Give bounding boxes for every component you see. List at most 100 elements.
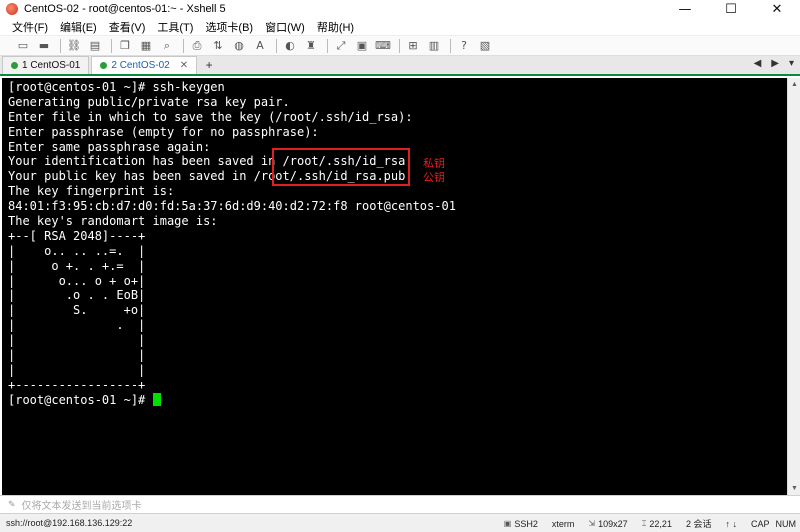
terminal-line: The key's randomart image is: bbox=[8, 214, 218, 229]
terminal-line: | | bbox=[8, 333, 146, 348]
toolbar-separator bbox=[450, 38, 451, 53]
menu-file[interactable]: 文件(F) bbox=[6, 19, 54, 35]
tab-navigation: ◀ ▶ ▾ bbox=[744, 58, 794, 69]
terminal-line: [root@centos-01 ~]# ssh-keygen bbox=[8, 80, 225, 94]
terminal-cursor bbox=[152, 392, 161, 406]
send-text-input[interactable]: 仅将文本发送到当前选项卡 bbox=[22, 497, 142, 512]
connected-status-icon bbox=[11, 62, 18, 69]
lock-icon[interactable]: ♜ bbox=[302, 38, 320, 54]
link-icon[interactable]: ⛓ bbox=[65, 38, 83, 54]
terminal-prompt-line: [root@centos-01 ~]# bbox=[8, 392, 781, 408]
arrow-icons: ↑ ↓ bbox=[725, 518, 737, 529]
cursor-position-status: ⌶ 22,21 bbox=[642, 519, 672, 529]
terminal-line: +--[ RSA 2048]----+ bbox=[8, 228, 146, 243]
paste-icon[interactable]: ▦ bbox=[137, 38, 155, 54]
terminal-line: | | bbox=[8, 362, 146, 377]
xftp-icon[interactable]: ◐ bbox=[281, 38, 299, 54]
copy-icon[interactable]: ❐ bbox=[116, 38, 134, 54]
window-title: CentOS-02 - root@centos-01:~ - Xshell 5 bbox=[24, 3, 226, 15]
print-icon[interactable]: ⎙ bbox=[188, 38, 206, 54]
send-text-bar[interactable]: ✎ 仅将文本发送到当前选项卡 bbox=[0, 495, 800, 513]
terminal-line: | o.. .. ..=. | bbox=[8, 243, 146, 258]
session-tab-bar: 1 CentOS-01 2 CentOS-02 ✕ + ◀ ▶ ▾ bbox=[0, 56, 800, 76]
connection-address: ssh://root@192.168.136.129:22 bbox=[6, 518, 133, 528]
scroll-down-icon[interactable]: ▼ bbox=[788, 482, 800, 495]
toolbar: ▭ ▬ ⛓ ▤ ❐ ▦ ⌕ ⎙ ⇅ ◍ A ◐ ♜ ⤢ ▣ ⌨ ⊞ ▥ ? ▧ bbox=[0, 36, 800, 56]
terminal-line: | o +. . +.= | bbox=[8, 258, 146, 273]
connected-status-icon bbox=[100, 62, 108, 69]
tab-list-icon[interactable]: ▾ bbox=[789, 58, 794, 69]
window-icon[interactable]: ▣ bbox=[353, 38, 371, 54]
tab-centos-02[interactable]: 2 CentOS-02 ✕ bbox=[91, 56, 198, 74]
menu-tools[interactable]: 工具(T) bbox=[151, 19, 199, 35]
terminal-prompt: [root@centos-01 ~]# bbox=[8, 392, 153, 407]
toolbar-separator bbox=[111, 38, 112, 53]
toolbar-separator bbox=[276, 38, 277, 53]
close-button[interactable]: ✕ bbox=[754, 0, 800, 18]
keyboard-icon[interactable]: ⌨ bbox=[374, 38, 392, 54]
resize-icon: ⇲ bbox=[588, 519, 596, 528]
terminal-line: +-----------------+ bbox=[8, 377, 146, 392]
terminal-line: | | bbox=[8, 348, 146, 363]
terminal-line: Enter passphrase (empty for no passphras… bbox=[8, 124, 319, 139]
add-tab-button[interactable]: + bbox=[201, 57, 217, 73]
key-path-highlight-box bbox=[272, 148, 410, 186]
protocol-status: ▣ SSH2 bbox=[504, 519, 538, 529]
terminal-line: Generating public/private rsa key pair. bbox=[8, 94, 290, 109]
scroll-up-icon[interactable]: ▲ bbox=[788, 78, 800, 91]
terminal-type: xterm bbox=[551, 518, 575, 529]
tab-label: 2 CentOS-02 bbox=[111, 60, 170, 71]
terminal-line: Enter file in which to save the key (/ro… bbox=[8, 109, 413, 124]
font-icon[interactable]: A bbox=[251, 38, 269, 54]
transfer-icon[interactable]: ⇅ bbox=[209, 38, 227, 54]
status-right: ▣ SSH2 xterm ⇲ 109x27 ⌶ 22,21 2 会话 ↑ ↓ CAP … bbox=[490, 514, 796, 532]
terminal-size: 109x27 bbox=[598, 518, 628, 529]
menu-bar: 文件(F) 编辑(E) 查看(V) 工具(T) 选项卡(B) 窗口(W) 帮助(… bbox=[0, 18, 800, 36]
xshell-app-icon[interactable] bbox=[6, 3, 18, 15]
compose-icon[interactable]: ✎ bbox=[8, 499, 16, 510]
help-icon[interactable]: ? bbox=[455, 38, 473, 54]
window-controls: — ☐ ✕ bbox=[662, 0, 800, 18]
menu-window[interactable]: 窗口(W) bbox=[259, 19, 311, 35]
menu-help[interactable]: 帮助(H) bbox=[311, 19, 360, 35]
toolbar-separator bbox=[60, 38, 61, 53]
tab-label: 1 CentOS-01 bbox=[22, 60, 81, 71]
layout2-icon[interactable]: ▧ bbox=[476, 38, 494, 54]
title-bar: CentOS-02 - root@centos-01:~ - Xshell 5 … bbox=[0, 0, 800, 18]
terminal-scrollbar[interactable]: ▲ ▼ bbox=[787, 78, 800, 495]
tab-next-icon[interactable]: ▶ bbox=[771, 58, 779, 69]
terminal-line: The key fingerprint is: bbox=[8, 184, 175, 199]
tab-close-icon[interactable]: ✕ bbox=[180, 60, 188, 71]
num-lock-indicator: NUM bbox=[775, 518, 797, 529]
terminal-line: 84:01:f3:95:cb:d7:d0:fd:5a:37:6d:d9:40:d… bbox=[8, 199, 456, 214]
menu-tabs[interactable]: 选项卡(B) bbox=[199, 19, 259, 35]
maximize-button[interactable]: ☐ bbox=[708, 0, 754, 18]
terminal-line: | S. +o| bbox=[8, 303, 146, 318]
tab-centos-01[interactable]: 1 CentOS-01 bbox=[2, 56, 90, 74]
new-session-icon[interactable]: ▭ bbox=[14, 38, 32, 54]
layout-icon[interactable]: ▥ bbox=[425, 38, 443, 54]
add-icon[interactable]: ⊞ bbox=[404, 38, 422, 54]
tab-prev-icon[interactable]: ◀ bbox=[754, 58, 762, 69]
find-icon[interactable]: ⌕ bbox=[158, 38, 176, 54]
toolbar-separator bbox=[327, 38, 328, 53]
protocol-label: SSH2 bbox=[514, 518, 538, 529]
terminal-area[interactable]: [root@centos-01 ~]# ssh-keygen Generatin… bbox=[2, 78, 787, 495]
session-count: 2 会话 bbox=[685, 519, 712, 529]
cursor-position-icon: ⌶ bbox=[641, 518, 647, 528]
lock-icon: ▣ bbox=[503, 519, 512, 528]
toolbar-separator bbox=[399, 38, 400, 53]
public-key-annotation: 公钥 bbox=[423, 172, 445, 184]
open-folder-icon[interactable]: ▬ bbox=[35, 38, 53, 54]
caps-lock-indicator: CAP bbox=[750, 518, 770, 529]
menu-edit[interactable]: 编辑(E) bbox=[54, 19, 103, 35]
menu-view[interactable]: 查看(V) bbox=[103, 19, 152, 35]
minimize-button[interactable]: — bbox=[662, 0, 708, 18]
properties-icon[interactable]: ▤ bbox=[86, 38, 104, 54]
terminal-line: | .o . . EoB| bbox=[8, 288, 146, 303]
toolbar-separator bbox=[183, 38, 184, 53]
fullscreen-icon[interactable]: ⤢ bbox=[332, 38, 350, 54]
terminal-line: | . | bbox=[8, 318, 146, 333]
status-bar: ssh://root@192.168.136.129:22 ▣ SSH2 xter… bbox=[0, 513, 800, 532]
globe-icon[interactable]: ◍ bbox=[230, 38, 248, 54]
